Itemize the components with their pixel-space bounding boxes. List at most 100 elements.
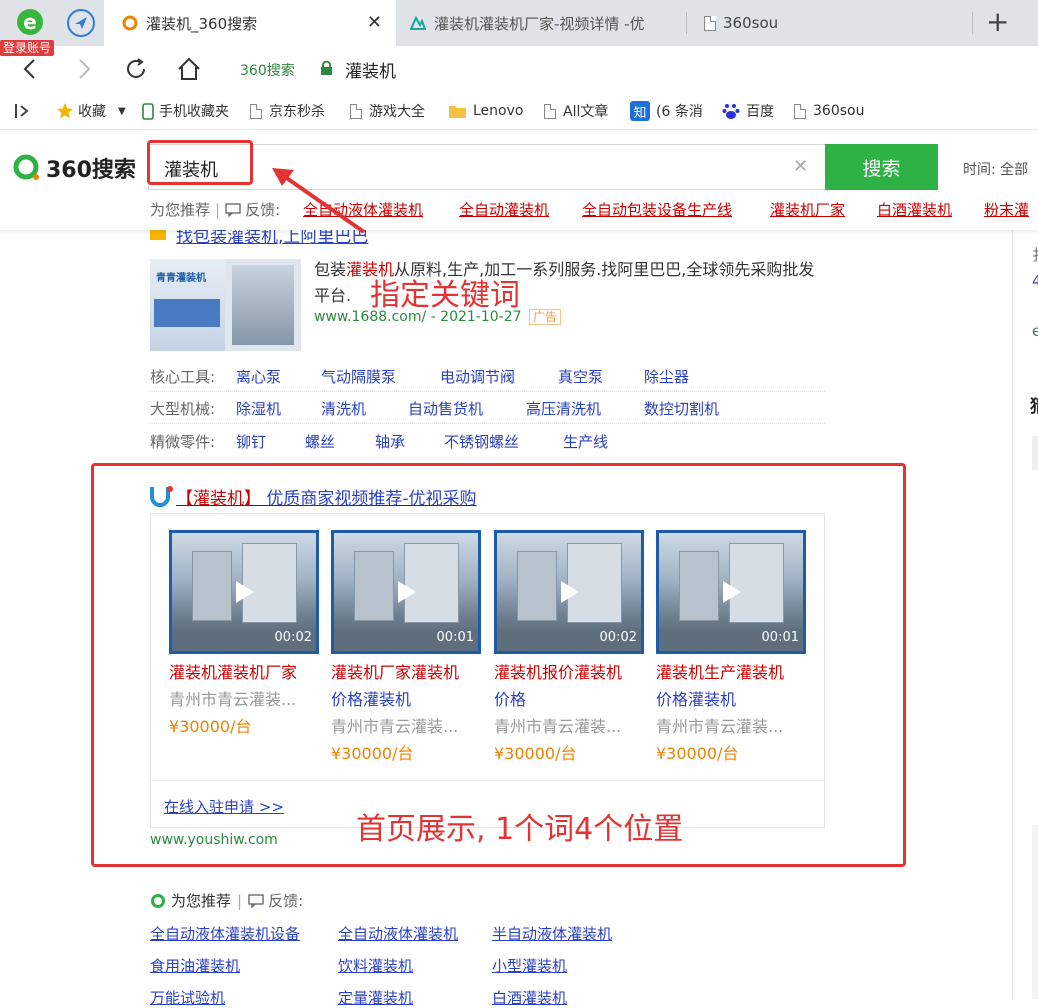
page-icon [350, 103, 362, 119]
ad-thumb-text: 青青灌装机 [156, 273, 206, 284]
annotation-arrow-icon [272, 168, 366, 234]
recommend-link[interactable]: 饮料灌装机 [338, 955, 413, 976]
category-link[interactable]: 气动隔膜泵 [321, 366, 396, 387]
tab-360sou[interactable]: 360sou [686, 0, 972, 46]
page-icon [704, 15, 716, 31]
recommend-label: 为您推荐 [150, 201, 211, 219]
login-badge[interactable]: 登录账号 [0, 40, 55, 56]
feedback-icon[interactable] [225, 202, 241, 217]
annotation-keyword-text: 指定关键词 [370, 278, 520, 313]
category-link[interactable]: 生产线 [563, 431, 608, 452]
recommend-link[interactable]: 食用油灌装机 [150, 955, 240, 976]
bookmark-label: 收藏 [78, 104, 106, 120]
folder-icon [449, 105, 466, 118]
category-link[interactable]: 铆钉 [236, 431, 266, 452]
360-logo-small-icon [151, 893, 165, 908]
category-link[interactable]: 离心泵 [236, 366, 281, 387]
tab-bar: e 登录账号 灌装机_360搜索 ✕ 灌装机灌装机厂家-视频详情 -优 360s… [0, 0, 1038, 56]
related-search-link[interactable]: 粉末灌 [984, 199, 1038, 220]
navigation-compass-icon[interactable] [66, 8, 96, 38]
bookmark-label: 京东秒杀 [269, 104, 325, 120]
recommend-link[interactable]: 定量灌装机 [338, 987, 413, 1008]
right-divider [1012, 230, 1013, 999]
recommend-link[interactable]: 小型灌装机 [492, 955, 567, 976]
category-link[interactable]: 数控切割机 [644, 398, 719, 419]
bookmark-lenovo[interactable]: Lenovo [448, 92, 523, 130]
page-icon [250, 103, 262, 119]
navigation-bar: 360搜索 灌装机 [0, 46, 1038, 92]
recommend-link[interactable]: 全自动液体灌装机 [338, 923, 458, 944]
bookmark-label: 360sou [813, 103, 865, 119]
category-link[interactable]: 真空泵 [558, 366, 603, 387]
bookmark-mobile[interactable]: 手机收藏夹 [142, 92, 229, 130]
related-search-link[interactable]: 白酒灌装机 [877, 199, 952, 220]
search-button[interactable]: 搜索 [825, 144, 938, 190]
bookmark-games[interactable]: 游戏大全 [350, 92, 431, 130]
ad-thumb-banner [154, 299, 220, 327]
ad-thumbnail[interactable]: 青青灌装机 [150, 259, 301, 351]
annotation-homepage-text: 首页展示, 1个词4个位置 [356, 812, 684, 847]
category-label: 核心工具: [150, 368, 216, 386]
related-search-link[interactable]: 灌装机厂家 [770, 199, 845, 220]
recommend-bar: 为您推荐 | 反馈: [150, 200, 281, 220]
clear-icon[interactable]: ✕ [793, 156, 808, 177]
category-link[interactable]: 螺丝 [305, 431, 335, 452]
category-link[interactable]: 除湿机 [236, 398, 281, 419]
forward-arrow-icon[interactable] [74, 58, 94, 80]
phone-icon [142, 102, 154, 120]
time-filter[interactable]: 时间: 全部 [963, 159, 1028, 179]
page-icon [544, 103, 556, 119]
bookmark-baidu[interactable]: 百度 [722, 92, 774, 130]
category-link[interactable]: 自动售货机 [408, 398, 483, 419]
address-bar[interactable]: 360搜索 灌装机 [226, 52, 1038, 86]
category-link[interactable]: 除尘器 [644, 366, 689, 387]
category-label: 大型机械: [150, 400, 216, 418]
bookmark-all[interactable]: All文章 [544, 92, 627, 130]
star-icon [57, 103, 73, 119]
right-col-heading: 猜 [1030, 392, 1038, 417]
ad-badge: 广告 [529, 309, 562, 325]
recommend-label: 为您推荐 [171, 892, 232, 910]
bookmark-jd[interactable]: 京东秒杀 [250, 92, 325, 130]
recommend-link[interactable]: 半自动液体灌装机 [492, 923, 612, 944]
bookmark-zhihu[interactable]: 知 (6 条消 [630, 92, 706, 130]
category-link[interactable]: 高压清洗机 [526, 398, 601, 419]
bookmark-label: 手机收藏夹 [159, 104, 229, 120]
tab-active[interactable]: 灌装机_360搜索 ✕ [104, 0, 396, 46]
home-icon[interactable] [176, 56, 202, 82]
svg-text:e: e [23, 10, 37, 34]
right-col-text: 4 [1032, 272, 1038, 290]
new-tab-plus-icon[interactable]: + [986, 6, 1009, 38]
category-row: 核心工具: 离心泵 气动隔膜泵 电动调节阀 真空泵 除尘器 [150, 366, 825, 392]
sidebar-toggle-icon[interactable] [14, 103, 30, 119]
category-link[interactable]: 清洗机 [321, 398, 366, 419]
category-link[interactable]: 轴承 [375, 431, 405, 452]
360-search-logo[interactable]: 360搜索 [12, 152, 136, 184]
category-label: 精微零件: [150, 433, 216, 451]
recommend-link[interactable]: 万能试验机 [150, 987, 225, 1008]
feedback-label[interactable]: 反馈: [268, 890, 303, 911]
feedback-icon[interactable] [248, 893, 264, 908]
reload-icon[interactable] [124, 57, 148, 81]
recommend-link[interactable]: 白酒灌装机 [492, 987, 567, 1008]
category-link[interactable]: 不锈钢螺丝 [444, 431, 519, 452]
360-browser-logo-icon[interactable]: e [10, 6, 48, 40]
category-row: 大型机械: 除湿机 清洗机 自动售货机 高压清洗机 数控切割机 [150, 398, 825, 424]
tab-close-icon[interactable]: ✕ [367, 12, 382, 33]
annotation-box-keyword [147, 140, 253, 185]
bookmark-label: 游戏大全 [369, 104, 425, 120]
baidu-paw-icon [722, 104, 740, 119]
tab-separator [972, 12, 973, 34]
related-search-link[interactable]: 全自动灌装机 [459, 199, 549, 220]
dropdown-arrow-icon[interactable]: ▼ [118, 106, 126, 117]
bookmark-360sou[interactable]: 360sou [794, 92, 864, 130]
bookmark-label: (6 条消 [656, 104, 703, 120]
bookmark-favorites[interactable]: 收藏 ▼ [56, 92, 126, 130]
lock-icon [321, 61, 332, 75]
related-search-link[interactable]: 全自动包装设备生产线 [582, 199, 732, 220]
back-arrow-icon[interactable] [20, 58, 40, 80]
category-link[interactable]: 电动调节阀 [440, 366, 515, 387]
recommend-link[interactable]: 全自动液体灌装机设备 [150, 923, 300, 944]
tab-video[interactable]: 灌装机灌装机厂家-视频详情 -优 [396, 0, 686, 46]
bookmark-label: All文章 [563, 104, 609, 120]
